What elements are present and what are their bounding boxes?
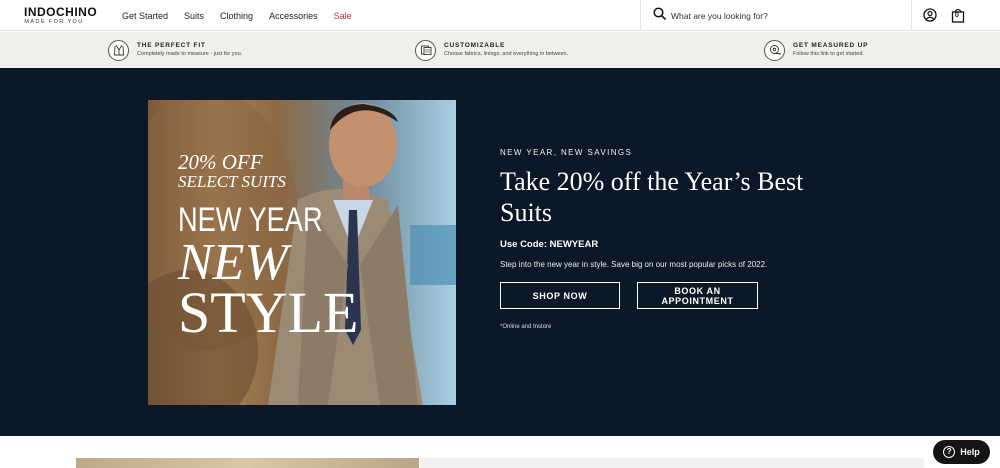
image-promo-line-3: NEW YEAR (178, 201, 323, 239)
usp-title: THE PERFECT FIT (137, 42, 206, 49)
usp-text: Follow this link to get started. (793, 51, 864, 57)
search-input[interactable] (671, 10, 891, 21)
suit-icon (108, 39, 129, 61)
measuring-tape-icon (764, 39, 785, 61)
hero-banner: 20% OFF SELECT SUITS NEW YEAR NEW STYLE … (0, 68, 1000, 436)
usp-perfect-fit[interactable]: THE PERFECT FIT Completely made to measu… (108, 39, 242, 61)
image-promo-line-5: STYLE (178, 280, 359, 345)
hero-copy: NEW YEAR, NEW SAVINGS Take 20% off the Y… (500, 148, 860, 330)
nav-clothing[interactable]: Clothing (220, 11, 253, 21)
next-section-panel (420, 458, 924, 468)
account-icon[interactable] (922, 7, 938, 23)
hero-headline: Take 20% off the Year’s Best Suits (500, 167, 804, 227)
help-button[interactable]: ? Help (933, 440, 990, 464)
image-promo-line-1: 20% OFF (178, 150, 263, 174)
next-section (0, 437, 1000, 468)
cart-count: 0 (955, 12, 959, 19)
nav-get-started[interactable]: Get Started (122, 11, 168, 21)
question-icon: ? (943, 446, 956, 458)
usp-title: GET MEASURED UP (793, 42, 869, 49)
logo[interactable]: INDOCHINO MADE FOR YOU (24, 6, 100, 26)
next-section-image (76, 458, 419, 468)
usp-text: Completely made to measure - just for yo… (137, 51, 243, 57)
hero-buttons: SHOP NOW BOOK AN APPOINTMENT (500, 282, 860, 309)
fine-print: *Online and Instore (500, 324, 552, 330)
hero-image-promo: 20% OFF SELECT SUITS NEW YEAR NEW STYLE (178, 150, 359, 345)
nav-suits[interactable]: Suits (184, 11, 204, 21)
help-label: Help (960, 447, 980, 457)
shop-now-button[interactable]: SHOP NOW (500, 282, 620, 309)
usp-text: Choose fabrics, linings, and everything … (444, 51, 569, 57)
promo-code: Use Code: NEWYEAR (500, 239, 599, 250)
shopping-bag-icon[interactable]: 0 (950, 7, 966, 23)
search-icon[interactable] (653, 6, 666, 25)
usp-title: CUSTOMIZABLE (444, 42, 506, 49)
nav-sale[interactable]: Sale (334, 11, 352, 21)
usp-get-measured[interactable]: GET MEASURED UP Follow this link to get … (764, 39, 868, 61)
logo-tagline: MADE FOR YOU (24, 19, 84, 25)
usp-bar: THE PERFECT FIT Completely made to measu… (0, 32, 1000, 68)
usp-customizable[interactable]: CUSTOMIZABLE Choose fabrics, linings, an… (415, 39, 568, 61)
search-bar[interactable] (640, 0, 912, 31)
nav-accessories[interactable]: Accessories (269, 11, 318, 21)
hero-image[interactable]: 20% OFF SELECT SUITS NEW YEAR NEW STYLE (148, 100, 456, 405)
image-promo-line-2: SELECT SUITS (178, 172, 286, 191)
logo-wordmark: INDOCHINO (24, 5, 98, 19)
fabric-swatch-icon (415, 39, 436, 61)
book-appointment-button[interactable]: BOOK AN APPOINTMENT (637, 282, 758, 309)
hero-description: Step into the new year in style. Save bi… (500, 260, 768, 269)
site-header: INDOCHINO MADE FOR YOU Get Started Suits… (0, 0, 1000, 31)
hero-eyebrow: NEW YEAR, NEW SAVINGS (500, 148, 633, 157)
main-nav: Get Started Suits Clothing Accessories S… (122, 0, 368, 31)
